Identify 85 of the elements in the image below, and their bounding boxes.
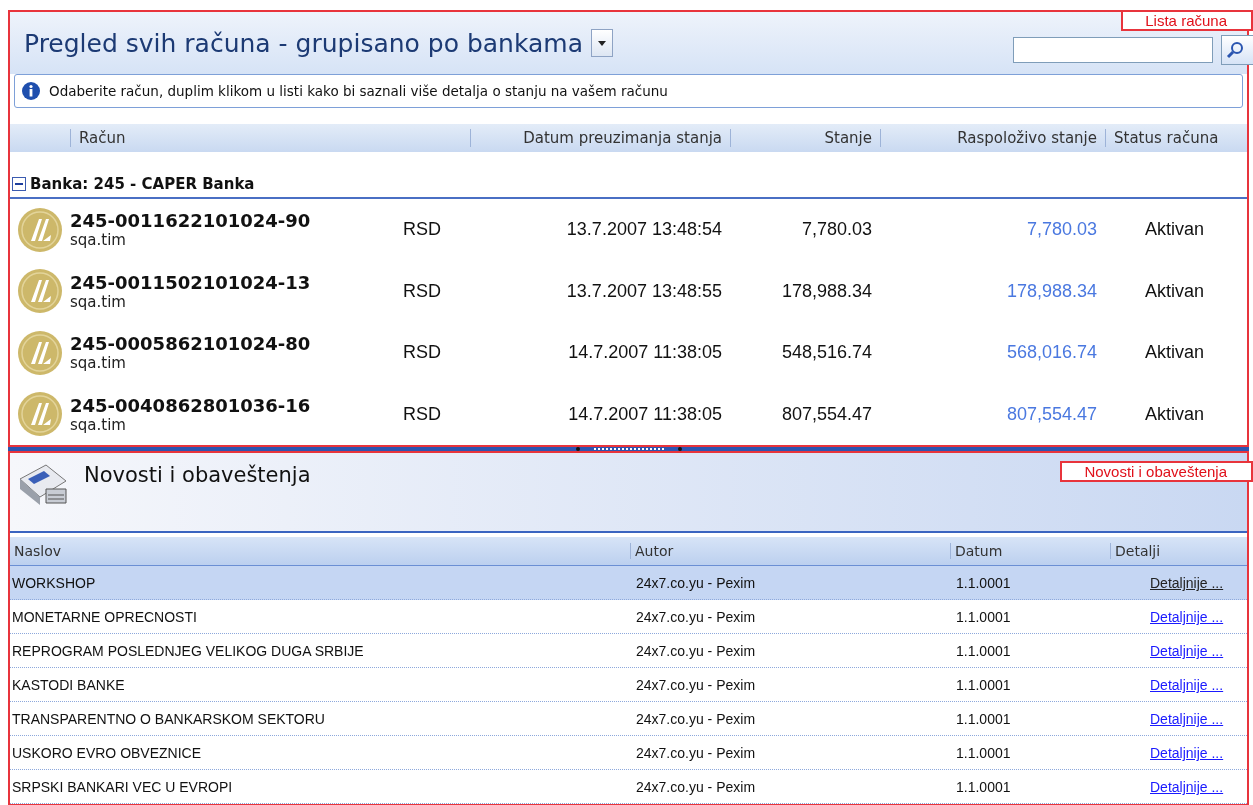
date-cell-text: 1.1.0001	[955, 574, 1012, 591]
bank-logo-icon	[17, 206, 63, 253]
currency-cell-text: RSD	[402, 342, 442, 364]
status-cell-text: Aktivan	[1144, 403, 1206, 425]
author-cell-text: 24x7.co.yu - Pexim	[635, 642, 757, 659]
date-cell-text: 1.1.0001	[955, 710, 1012, 727]
annotation-label: Novosti i obaveštenja	[1060, 461, 1253, 482]
date-cell-text: 1.1.0001	[955, 676, 1012, 693]
details-link[interactable]: Detaljnije ...	[1110, 609, 1224, 625]
news-title: TRANSPARENTNO O BANKARSKOM SEKTORU	[11, 710, 326, 727]
column-header[interactable]: Status računa	[1105, 129, 1247, 147]
status-cell-text: Aktivan	[1144, 342, 1206, 364]
details-link[interactable]: Detaljnije ...	[1110, 643, 1224, 659]
column-header[interactable]: Datum	[950, 543, 1110, 559]
details-link[interactable]: Detaljnije ...	[1110, 779, 1224, 795]
date-cell-text: 13.7.2007 13:48:55	[565, 280, 723, 302]
column-header[interactable]: Račun	[70, 129, 470, 147]
news-title: REPROGRAM POSLEDNJEG VELIKOG DUGA SRBIJE	[11, 642, 365, 659]
dropdown-button[interactable]	[591, 29, 613, 57]
balance-cell-text: 807,554.47	[780, 403, 873, 425]
column-header[interactable]: Raspoloživo stanje	[880, 129, 1105, 147]
account-owner: sqa.tim	[70, 231, 127, 250]
column-header[interactable]: Stanje	[730, 129, 880, 147]
details-link[interactable]: Detaljnije ...	[1110, 745, 1224, 761]
status-cell-text: Aktivan	[1144, 280, 1206, 302]
date-cell-text: 1.1.0001	[955, 744, 1012, 761]
available-balance-cell-text: 807,554.47	[1005, 403, 1098, 425]
bank-logo-icon	[17, 391, 63, 438]
account-owner: sqa.tim	[70, 354, 127, 373]
column-header[interactable]: Datum preuzimanja stanja	[470, 129, 730, 147]
news-title: SRPSKI BANKARI VEC U EVROPI	[11, 778, 234, 795]
search-button[interactable]	[1221, 35, 1253, 65]
author-cell-text: 24x7.co.yu - Pexim	[635, 676, 757, 693]
info-message: Odaberite račun, duplim klikom u listi kako bi saznali više detalja o stanju na vašem računu	[49, 83, 668, 99]
details-link[interactable]: Detaljnije ...	[1110, 711, 1224, 727]
status-cell-text: Aktivan	[1144, 219, 1206, 241]
column-header[interactable]: Naslov	[10, 543, 630, 559]
currency-cell-text: RSD	[402, 280, 442, 302]
news-title: WORKSHOP	[11, 574, 97, 591]
account-owner: sqa.tim	[70, 292, 127, 311]
date-cell-text: 14.7.2007 11:38:05	[567, 403, 723, 425]
author-cell-text: 24x7.co.yu - Pexim	[635, 778, 757, 795]
author-cell-text: 24x7.co.yu - Pexim	[635, 574, 757, 591]
date-cell-text: 1.1.0001	[955, 778, 1012, 795]
collapse-toggle[interactable]	[12, 177, 26, 191]
author-cell-text: 24x7.co.yu - Pexim	[635, 744, 757, 761]
author-cell-text: 24x7.co.yu - Pexim	[635, 710, 757, 727]
details-link[interactable]: Detaljnije ...	[1110, 575, 1224, 591]
date-cell-text: 1.1.0001	[955, 608, 1012, 625]
available-balance-cell-text: 7,780.03	[1025, 219, 1098, 241]
panel-title: Novosti i obaveštenja	[84, 463, 311, 487]
currency-cell-text: RSD	[402, 403, 442, 425]
balance-cell-text: 7,780.03	[800, 219, 873, 241]
bank-logo-icon	[17, 268, 63, 315]
news-title: MONETARNE OPRECNOSTI	[11, 608, 198, 625]
account-number: 245-0011622101024-90	[70, 210, 312, 232]
available-balance-cell-text: 568,016.74	[1005, 342, 1098, 364]
search-field[interactable]	[1013, 37, 1213, 63]
news-row[interactable]: WORKSHOP 24x7.co.yu - Pexim 1.1.0001 Detaljnije ...	[10, 566, 1247, 600]
balance-cell-text: 548,516.74	[780, 342, 873, 364]
account-number: 245-0040862801036-16	[70, 394, 312, 416]
date-cell-text: 14.7.2007 11:38:05	[567, 342, 723, 364]
details-link[interactable]: Detaljnije ...	[1110, 677, 1224, 693]
annotation-label: Lista računa	[1121, 10, 1253, 31]
account-number: 245-0011502101024-13	[70, 271, 312, 293]
column-header[interactable]: Autor	[630, 543, 950, 559]
account-owner: sqa.tim	[70, 415, 127, 434]
news-title: KASTODI BANKE	[11, 676, 126, 693]
info-icon	[21, 81, 41, 101]
caret-icon	[598, 40, 606, 46]
date-cell-text: 1.1.0001	[955, 642, 1012, 659]
bank-logo-icon	[17, 329, 63, 376]
date-cell-text: 13.7.2007 13:48:54	[565, 219, 723, 241]
minus-icon	[15, 180, 23, 188]
group-label: Banka: 245 - CAPER Banka	[30, 175, 255, 193]
splitter-grip-icon	[573, 447, 684, 451]
panel-title: Pregled svih računa - grupisano po bankama	[24, 28, 583, 58]
currency-cell-text: RSD	[402, 219, 442, 241]
news-title: USKORO EVRO OBVEZNICE	[11, 744, 203, 761]
balance-cell-text: 178,988.34	[780, 280, 873, 302]
account-number: 245-0005862101024-80	[70, 333, 312, 355]
available-balance-cell-text: 178,988.34	[1005, 280, 1098, 302]
search-icon	[1226, 41, 1244, 59]
column-header[interactable]: Detalji	[1110, 543, 1247, 559]
author-cell-text: 24x7.co.yu - Pexim	[635, 608, 757, 625]
